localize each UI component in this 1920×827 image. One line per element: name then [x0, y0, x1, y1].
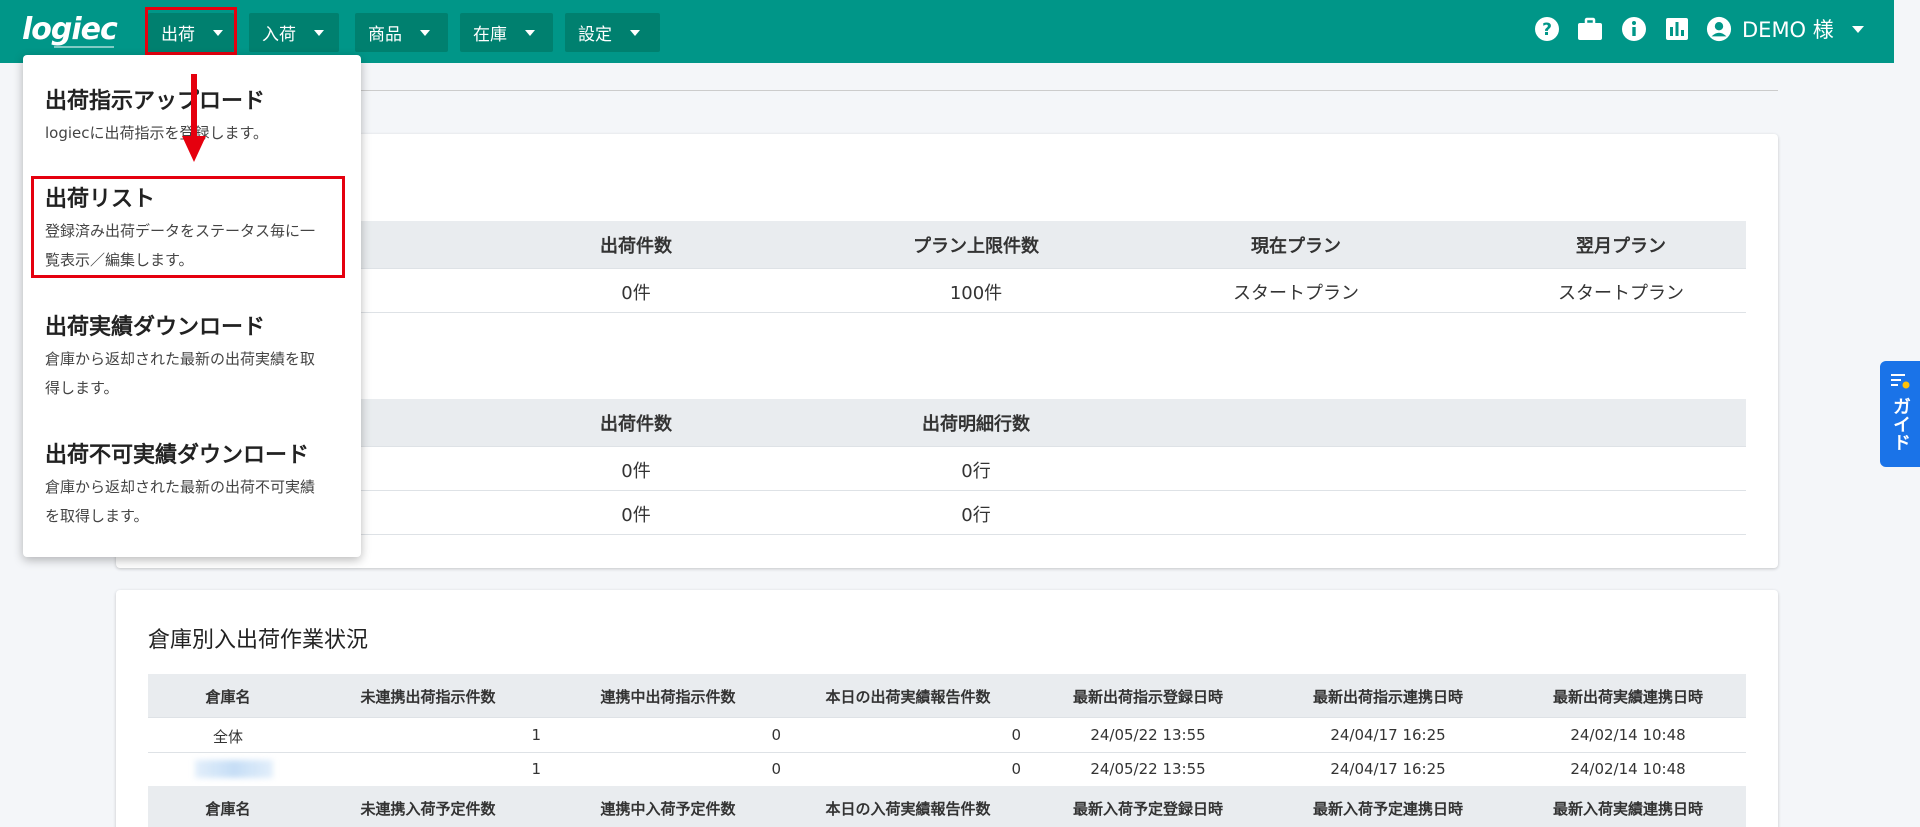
logo[interactable]: logiec: [22, 12, 118, 47]
divider: [148, 490, 1746, 491]
plan-limit: 100件: [949, 283, 1003, 304]
highlight-box-nav: [145, 7, 237, 55]
divider: [148, 752, 1746, 753]
warehouse-status-card: 倉庫別入出荷作業状況 倉庫名 未連携出荷指示件数 連携中出荷指示件数 本日の出荷…: [116, 590, 1778, 827]
menu-item-unshippable-download[interactable]: 出荷不可実績ダウンロード 倉庫から返却された最新の出荷不可実績 を取得します。: [45, 437, 315, 531]
chevron-down-icon: [525, 29, 535, 36]
nav-settings-label: 設定: [578, 25, 612, 45]
guide-button[interactable]: ガイド: [1880, 361, 1920, 467]
chart-icon[interactable]: [1664, 16, 1690, 42]
ship-row2-latest-link: 24/04/17 16:25: [1330, 760, 1446, 778]
ship-row1-latest-reg: 24/05/22 13:55: [1090, 726, 1206, 744]
recv-header-latest-result: 最新入荷実績連携日時: [1552, 800, 1703, 818]
ship-row1-today: 0: [1011, 726, 1021, 744]
nav-receiving-menu[interactable]: 入荷: [249, 13, 339, 52]
plan-header-limit: プラン上限件数: [913, 236, 1039, 257]
plan-current: スタートプラン: [1233, 283, 1359, 304]
briefcase-icon[interactable]: [1577, 16, 1603, 42]
nav-receiving-label: 入荷: [262, 25, 296, 45]
menu-item-desc-line1: 倉庫から返却された最新の出荷不可実績: [45, 478, 316, 496]
recv-header-today: 本日の入荷実績報告件数: [825, 800, 991, 818]
nav-inventory-menu[interactable]: 在庫: [460, 13, 553, 52]
ship-row2-latest-result: 24/02/14 10:48: [1570, 760, 1686, 778]
ship-header-linking: 連携中出荷指示件数: [600, 688, 736, 706]
menu-item-desc: logiecに出荷指示を登録します。: [45, 124, 269, 142]
chevron-down-icon: [420, 29, 430, 36]
info-icon[interactable]: [1621, 16, 1647, 42]
menu-item-desc: 倉庫から返却された最新の出荷不可実績 を取得します。: [45, 473, 315, 531]
summary-card: 出荷件数 プラン上限件数 現在プラン 翌月プラン 0件 100件 スタートプラン…: [116, 134, 1778, 568]
ship-header-unlinked: 未連携出荷指示件数: [360, 688, 496, 706]
count-header-ship-count: 出荷件数: [600, 414, 672, 435]
nav-inventory-label: 在庫: [473, 25, 507, 45]
recv-header-linking: 連携中入荷予定件数: [600, 800, 736, 818]
count-header-line-count: 出荷明細行数: [922, 414, 1030, 435]
annotation-arrow-icon: [182, 74, 206, 162]
ship-row2-unlinked: 1: [531, 760, 541, 778]
menu-item-desc: 倉庫から返却された最新の出荷実績を取 得します。: [45, 345, 315, 403]
count-row2-lines: 0行: [961, 505, 991, 526]
warehouse-title: 倉庫別入出荷作業状況: [148, 628, 369, 653]
chevron-down-icon: [630, 29, 640, 36]
plan-next: スタートプラン: [1558, 283, 1684, 304]
ship-header-warehouse: 倉庫名: [205, 688, 251, 706]
ship-row2-linking: 0: [771, 760, 781, 778]
menu-item-title: 出荷不可実績ダウンロード: [45, 443, 310, 468]
divider: [148, 534, 1746, 535]
ship-header-latest-reg: 最新出荷指示登録日時: [1072, 688, 1223, 706]
chevron-down-icon: [314, 29, 324, 36]
logo-underline: [54, 46, 114, 48]
ship-row2-latest-reg: 24/05/22 13:55: [1090, 760, 1206, 778]
count-row2-ship: 0件: [621, 505, 651, 526]
plan-header-next: 翌月プラン: [1576, 236, 1666, 257]
ship-row1-linking: 0: [771, 726, 781, 744]
menu-item-desc-line2: 得します。: [45, 379, 119, 397]
menu-item-desc-line1: 倉庫から返却された最新の出荷実績を取: [45, 350, 316, 368]
ship-row1-latest-link: 24/04/17 16:25: [1330, 726, 1446, 744]
recv-header-latest-reg: 最新入荷予定登録日時: [1072, 800, 1223, 818]
ship-row2-today: 0: [1011, 760, 1021, 778]
menu-item-shipping-upload[interactable]: 出荷指示アップロード logiecに出荷指示を登録します。: [45, 83, 268, 148]
divider: [148, 312, 1746, 313]
count-row1-ship: 0件: [621, 461, 651, 482]
menu-item-shipping-results-download[interactable]: 出荷実績ダウンロード 倉庫から返却された最新の出荷実績を取 得します。: [45, 309, 315, 403]
ship-row1-unlinked: 1: [531, 726, 541, 744]
guide-icon: [1891, 374, 1910, 389]
chevron-down-icon[interactable]: [1852, 26, 1864, 33]
ship-header-latest-link: 最新出荷指示連携日時: [1312, 688, 1463, 706]
divider: [116, 90, 1778, 91]
guide-label: ガイド: [1890, 397, 1911, 451]
recv-header-latest-link: 最新入荷予定連携日時: [1312, 800, 1463, 818]
plan-header-current: 現在プラン: [1251, 236, 1341, 257]
nav-products-label: 商品: [368, 25, 402, 45]
count-row1-lines: 0行: [961, 461, 991, 482]
account-icon[interactable]: [1706, 16, 1732, 42]
top-navbar: logiec 出荷 入荷 商品 在庫 設定 ? DEMO 様: [0, 0, 1894, 63]
recv-header-warehouse: 倉庫名: [205, 800, 251, 818]
ship-header-latest-result: 最新出荷実績連携日時: [1552, 688, 1703, 706]
menu-item-title: 出荷指示アップロード: [45, 89, 266, 114]
user-menu[interactable]: DEMO 様: [1742, 14, 1834, 44]
warehouse-name-link-blurred[interactable]: [195, 760, 273, 778]
nav-products-menu[interactable]: 商品: [355, 13, 448, 52]
recv-header-unlinked: 未連携入荷予定件数: [360, 800, 496, 818]
menu-item-title: 出荷実績ダウンロード: [45, 315, 266, 340]
help-icon[interactable]: ?: [1534, 16, 1560, 42]
ship-row1-warehouse: 全体: [212, 728, 243, 746]
ship-row1-latest-result: 24/02/14 10:48: [1570, 726, 1686, 744]
plan-ship-count: 0件: [621, 283, 651, 304]
nav-settings-menu[interactable]: 設定: [565, 13, 660, 52]
svg-text:?: ?: [1542, 20, 1552, 40]
plan-header-ship-count: 出荷件数: [600, 236, 672, 257]
ship-header-today: 本日の出荷実績報告件数: [825, 688, 991, 706]
menu-item-desc-line2: を取得します。: [45, 507, 149, 525]
highlight-box-shipping-list: [31, 176, 345, 278]
